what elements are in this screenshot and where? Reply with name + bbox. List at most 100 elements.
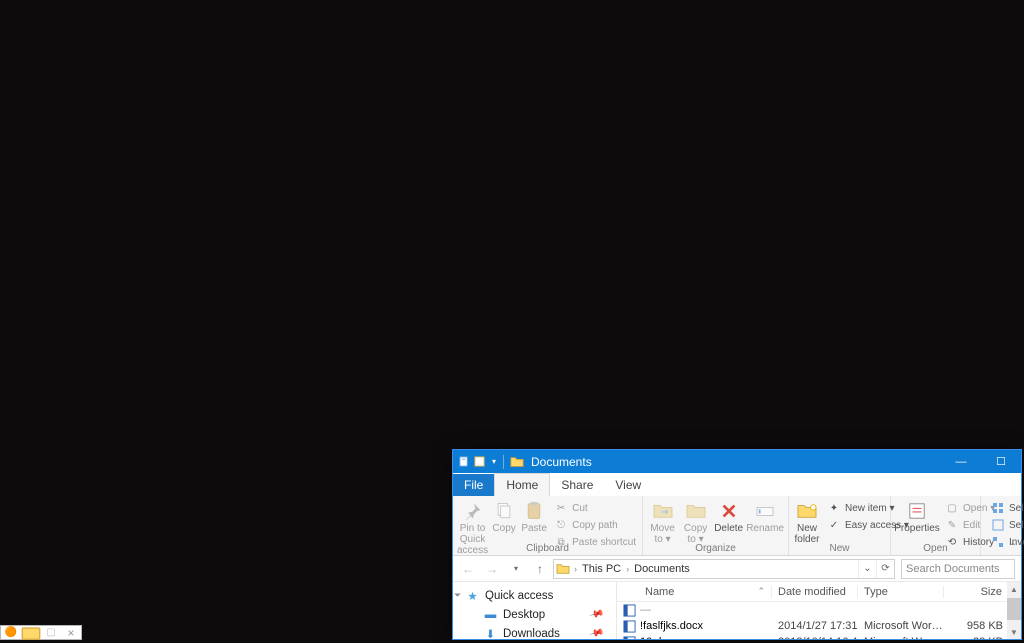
ribbon-tabs: File Home Share View [453, 473, 1021, 496]
taskbar-square-icon: ▢ [41, 626, 61, 639]
ribbon-group-new: New folder ✦New item ▾ ✓Easy access ▾ Ne… [789, 496, 891, 555]
scroll-thumb[interactable] [1007, 598, 1021, 620]
properties-icon [903, 500, 931, 522]
nav-quick-access[interactable]: ★Quick access [465, 586, 616, 605]
taskbar-close-icon: × [61, 626, 81, 639]
maximize-button[interactable]: ☐ [981, 450, 1021, 473]
paste-icon [520, 500, 548, 522]
chevron-right-icon[interactable]: › [624, 564, 631, 574]
file-name: 10.docx [640, 636, 679, 639]
nav-up-button[interactable]: ↑ [529, 559, 551, 579]
qat-icon-2[interactable] [473, 455, 485, 469]
nav-desktop[interactable]: ▬Desktop📌 [465, 605, 616, 624]
pin-icon: 📌 [588, 607, 604, 623]
column-headers: Name Date modified Type Size [617, 582, 1021, 602]
move-to-button[interactable]: Move to ▾ [647, 498, 678, 545]
copy-to-button[interactable]: Copy to ▾ [680, 498, 711, 545]
newitem-icon: ✦ [827, 501, 841, 515]
col-date[interactable]: Date modified [772, 586, 858, 598]
pin-icon [459, 500, 487, 522]
rename-button[interactable]: Rename [746, 498, 784, 545]
tab-share[interactable]: Share [550, 474, 604, 496]
titlebar[interactable]: ▾ Documents — ☐ [453, 450, 1021, 473]
file-type: Microsoft Word D... [858, 636, 944, 639]
list-item[interactable]: 10.docx 2013/10/14 16:43Microsoft Word D.… [617, 634, 1021, 639]
group-label-new: New [789, 543, 890, 554]
cut-button[interactable]: ✂Cut [550, 500, 640, 516]
breadcrumb-thispc[interactable]: This PC [579, 563, 624, 575]
delete-icon [715, 500, 743, 522]
cut-icon: ✂ [554, 501, 568, 515]
tab-file[interactable]: File [453, 474, 494, 496]
ribbon: Pin to Quick access Copy Paste ✂Cut ⎋Cop… [453, 496, 1021, 556]
file-type: Microsoft Word D... [858, 620, 944, 632]
scroll-down-icon[interactable]: ▼ [1007, 625, 1021, 639]
file-rows: —!faslfjks.docx2014/1/27 17:31Microsoft … [617, 602, 1021, 639]
taskbar-folder-icon [21, 626, 41, 639]
minimize-button[interactable]: — [941, 450, 981, 473]
group-label-clipboard: Clipboard [453, 543, 642, 554]
select-all-button[interactable]: Select all [987, 500, 1024, 516]
nav-downloads[interactable]: ⬇Downloads📌 [465, 624, 616, 639]
breadcrumb-documents[interactable]: Documents [631, 563, 693, 575]
scroll-up-icon[interactable]: ▲ [1007, 582, 1021, 596]
qat-icon-1[interactable] [458, 455, 470, 469]
selectall-icon [991, 501, 1005, 515]
moveto-icon [649, 500, 677, 522]
titlebar-separator [503, 455, 504, 469]
chevron-right-icon[interactable]: › [572, 564, 579, 574]
nav-forward-button[interactable]: → [481, 559, 503, 579]
group-label-organize: Organize [643, 543, 788, 554]
invert-selection-button[interactable]: Invert selection [987, 534, 1024, 550]
address-folder-icon [554, 563, 572, 575]
ribbon-group-open: Properties ▢Open ▾ ✎Edit ⟲History Open [891, 496, 981, 555]
list-item[interactable]: !faslfjks.docx 2014/1/27 17:31Microsoft W… [617, 618, 1021, 634]
group-label-open: Open [891, 543, 980, 554]
ribbon-group-select: Select all Select none Invert selection [981, 496, 1024, 555]
file-list-pane: Name Date modified Type Size —!faslfjks.… [617, 582, 1021, 639]
file-date: 2013/10/14 16:43 [772, 636, 858, 639]
invert-icon [991, 535, 1005, 549]
ribbon-group-clipboard: Pin to Quick access Copy Paste ✂Cut ⎋Cop… [453, 496, 643, 555]
file-date: 2014/1/27 17:31 [772, 620, 858, 632]
file-icon [623, 636, 636, 640]
file-explorer-window: ▾ Documents — ☐ File Home Share View Pin… [452, 449, 1022, 640]
nav-back-button[interactable]: ← [457, 559, 479, 579]
col-name[interactable]: Name [617, 586, 772, 598]
scrollbar[interactable]: ▲ ▼ [1007, 582, 1021, 639]
qat-dropdown-icon[interactable]: ▾ [488, 455, 500, 469]
tab-view[interactable]: View [604, 474, 652, 496]
address-dropdown-icon[interactable]: ⌄ [858, 560, 876, 578]
copy-path-button[interactable]: ⎋Copy path [550, 517, 640, 533]
pin-icon: 📌 [588, 626, 604, 639]
col-type[interactable]: Type [858, 586, 944, 598]
taskbar-app-icon: 🟠 [1, 626, 21, 639]
address-bar[interactable]: › This PC › Documents ⌄ ⟳ [553, 559, 895, 579]
search-box[interactable]: Search Documents [901, 559, 1015, 579]
address-bar-row: ← → ▾ ↑ › This PC › Documents ⌄ ⟳ Search… [453, 556, 1021, 582]
collapse-ribbon-icon[interactable]: ⌃ [1009, 542, 1017, 553]
edit-icon: ✎ [945, 518, 959, 532]
newfolder-icon [793, 500, 821, 522]
window-controls: — ☐ [941, 450, 1021, 473]
file-name: !faslfjks.docx [640, 620, 703, 632]
copyto-icon [682, 500, 710, 522]
list-item[interactable]: — [617, 602, 1021, 618]
refresh-button[interactable]: ⟳ [876, 560, 894, 578]
select-none-button[interactable]: Select none [987, 517, 1024, 533]
nav-recent-dropdown[interactable]: ▾ [505, 559, 527, 579]
new-folder-button[interactable]: New folder [793, 498, 821, 545]
delete-button[interactable]: Delete [713, 498, 744, 545]
tab-home[interactable]: Home [494, 473, 550, 496]
star-icon: ★ [465, 588, 480, 603]
search-placeholder: Search Documents [902, 563, 1000, 575]
taskbar-fragment: 🟠 ▢ × [0, 625, 82, 640]
quick-access-toolbar: ▾ [458, 455, 500, 469]
copy-icon [490, 500, 518, 522]
downloads-icon: ⬇ [483, 626, 498, 639]
easyaccess-icon: ✓ [827, 518, 841, 532]
navigation-pane[interactable]: ★Quick access ▬Desktop📌 ⬇Downloads📌 ☁One… [453, 582, 617, 639]
rename-icon [751, 500, 779, 522]
open-icon: ▢ [945, 501, 959, 515]
copypath-icon: ⎋ [554, 518, 568, 532]
